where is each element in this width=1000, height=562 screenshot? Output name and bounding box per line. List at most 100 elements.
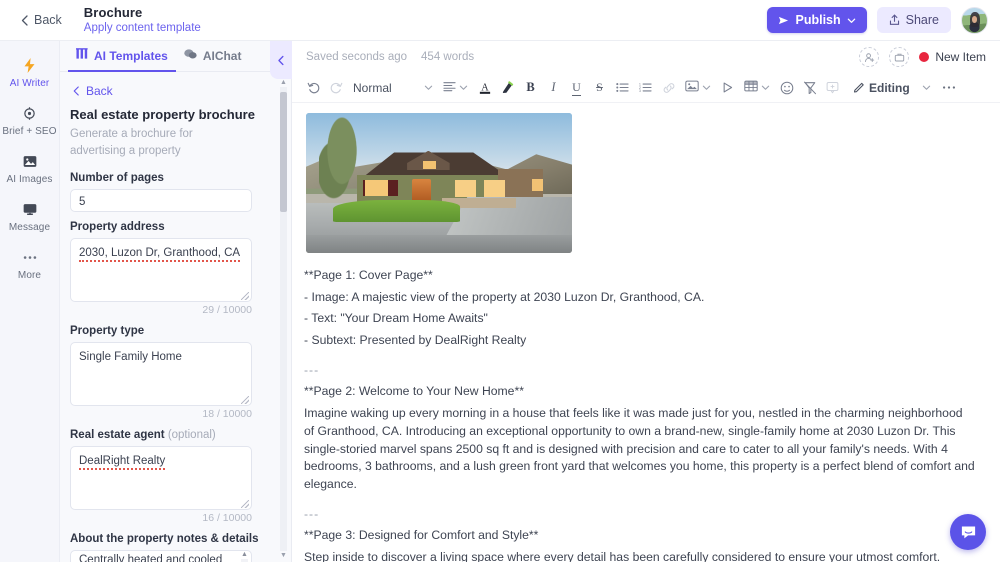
- templates-icon: [76, 48, 88, 63]
- doc-line: - Subtext: Presented by DealRight Realty: [304, 333, 527, 348]
- field-label-real-estate-agent: Real estate agent (optional): [70, 429, 279, 441]
- undo-icon: [307, 82, 320, 94]
- notes-scrollbar[interactable]: ▲: [240, 551, 249, 562]
- word-count: 454 words: [421, 51, 475, 63]
- avatar[interactable]: [961, 6, 988, 34]
- scroll-up-arrow[interactable]: ▲: [279, 78, 288, 87]
- chat-launcher-button[interactable]: [950, 514, 986, 550]
- doc-heading: **Page 3: Designed for Comfort and Style…: [304, 528, 539, 543]
- add-to-project-button[interactable]: [889, 47, 910, 67]
- sidebar-item-brief-seo-label: Brief + SEO: [2, 126, 57, 137]
- svg-text:A: A: [481, 82, 489, 93]
- property-address-input[interactable]: 2030, Luzon Dr, Granthood, CA: [70, 238, 252, 303]
- strikethrough-button[interactable]: S: [588, 76, 611, 99]
- property-type-input[interactable]: Single Family Home: [70, 342, 252, 407]
- insert-video-button[interactable]: [716, 76, 739, 99]
- insert-table-dropdown[interactable]: [739, 76, 775, 99]
- real-estate-agent-optional-tag: (optional): [167, 429, 216, 442]
- pencil-icon: [853, 80, 866, 96]
- property-type-value: Single Family Home: [79, 351, 182, 364]
- document-canvas[interactable]: **Page 1: Cover Page** - Image: A majest…: [292, 103, 1000, 562]
- chevron-down-icon: [922, 85, 930, 90]
- document-block: --- **Page 3: Designed for Comfort and S…: [304, 506, 976, 562]
- redo-icon: [330, 82, 343, 94]
- highlight-button[interactable]: [496, 76, 519, 99]
- editing-mode-dropdown[interactable]: Editing: [848, 76, 915, 99]
- chevron-down-icon: [424, 81, 433, 95]
- resize-handle[interactable]: [241, 292, 249, 301]
- real-estate-agent-value: DealRight Realty: [79, 455, 166, 471]
- lawn-region: [332, 199, 461, 223]
- new-item-button[interactable]: New Item: [919, 50, 986, 64]
- resize-handle[interactable]: [241, 500, 249, 509]
- template-back-button[interactable]: Back: [72, 84, 279, 98]
- page-title: Brochure: [83, 4, 143, 20]
- insert-image-dropdown[interactable]: [680, 76, 716, 99]
- share-button[interactable]: Share: [876, 7, 951, 33]
- share-upload-icon: [889, 14, 899, 25]
- undo-button[interactable]: [302, 76, 325, 99]
- paragraph-style-dropdown[interactable]: Normal: [348, 76, 438, 99]
- hero-image[interactable]: [306, 113, 572, 253]
- chevron-left-icon: [278, 55, 284, 65]
- doc-divider: ---: [304, 362, 320, 377]
- template-panel: AI Templates AIChat Back Real estate pro…: [60, 41, 292, 562]
- chevron-down-icon: [459, 81, 468, 95]
- collapse-panel-button[interactable]: [270, 41, 292, 79]
- send-icon: [779, 16, 789, 24]
- share-button-label: Share: [905, 13, 939, 27]
- add-collaborator-button[interactable]: [859, 47, 880, 67]
- property-address-value: 2030, Luzon Dr, Granthood, CA: [79, 247, 241, 263]
- resize-handle[interactable]: [241, 396, 249, 405]
- emoji-button[interactable]: [775, 76, 798, 99]
- property-notes-input[interactable]: Centrally heated and cooled Brand new co…: [70, 550, 252, 562]
- italic-button[interactable]: I: [542, 76, 565, 99]
- sidebar-item-brief-seo[interactable]: Brief + SEO: [0, 97, 60, 145]
- left-nav-rail: AI Writer Brief + SEO AI Images Message: [0, 41, 60, 562]
- real-estate-agent-counter: 16 / 10000: [202, 512, 252, 525]
- bullet-list-icon: [616, 83, 629, 92]
- numbered-list-button[interactable]: 123: [634, 76, 657, 99]
- doc-line: - Image: A majestic view of the property…: [304, 289, 705, 304]
- publish-button[interactable]: Publish: [767, 7, 867, 33]
- tab-ai-templates[interactable]: AI Templates: [68, 41, 176, 72]
- apply-content-template-link[interactable]: Apply content template: [84, 22, 201, 36]
- editing-mode-caret[interactable]: [915, 76, 938, 99]
- number-of-pages-input[interactable]: 5: [70, 189, 252, 213]
- bold-button[interactable]: B: [519, 76, 542, 99]
- real-estate-agent-input[interactable]: DealRight Realty: [70, 446, 252, 511]
- clear-formatting-button[interactable]: [798, 76, 821, 99]
- app-root: Back Brochure Apply content template Pub…: [0, 0, 1000, 562]
- comment-button[interactable]: [821, 76, 844, 99]
- editing-mode-label: Editing: [869, 80, 910, 95]
- panel-scrollbar[interactable]: ▲ ▼: [279, 78, 288, 560]
- back-button[interactable]: Back: [14, 10, 68, 30]
- window-left: [364, 180, 389, 196]
- editor-pane: Saved seconds ago 454 words New Item Nor…: [292, 41, 1000, 562]
- chat-icon: [184, 48, 197, 63]
- sidebar-item-ai-writer[interactable]: AI Writer: [0, 49, 60, 97]
- document-content[interactable]: **Page 1: Cover Page** - Image: A majest…: [304, 113, 976, 562]
- doc-paragraph: Imagine waking up every morning in a hou…: [304, 406, 975, 491]
- sidebar-item-more[interactable]: More: [0, 241, 60, 289]
- align-dropdown[interactable]: [438, 76, 473, 99]
- redo-button[interactable]: [325, 76, 348, 99]
- numbered-list-icon: 123: [639, 82, 652, 93]
- briefcase-icon: [894, 53, 904, 61]
- doc-heading: **Page 2: Welcome to Your New Home**: [304, 384, 524, 399]
- sidebar-item-ai-images[interactable]: AI Images: [0, 145, 60, 193]
- sidebar-item-message[interactable]: Message: [0, 193, 60, 241]
- link-button[interactable]: [657, 76, 680, 99]
- window-far-right: [532, 178, 543, 192]
- back-button-label: Back: [34, 13, 62, 27]
- text-color-button[interactable]: A: [473, 76, 496, 99]
- sidebar-item-message-label: Message: [8, 222, 51, 233]
- chevron-down-icon: [847, 18, 855, 23]
- toolbar-more-button[interactable]: [938, 76, 961, 99]
- scroll-up-arrow[interactable]: ▲: [241, 551, 248, 559]
- paragraph-style-value: Normal: [353, 80, 392, 95]
- bullet-list-button[interactable]: [611, 76, 634, 99]
- underline-button[interactable]: U: [565, 76, 588, 99]
- tab-aichat[interactable]: AIChat: [176, 41, 250, 72]
- scroll-down-arrow[interactable]: ▼: [279, 551, 288, 560]
